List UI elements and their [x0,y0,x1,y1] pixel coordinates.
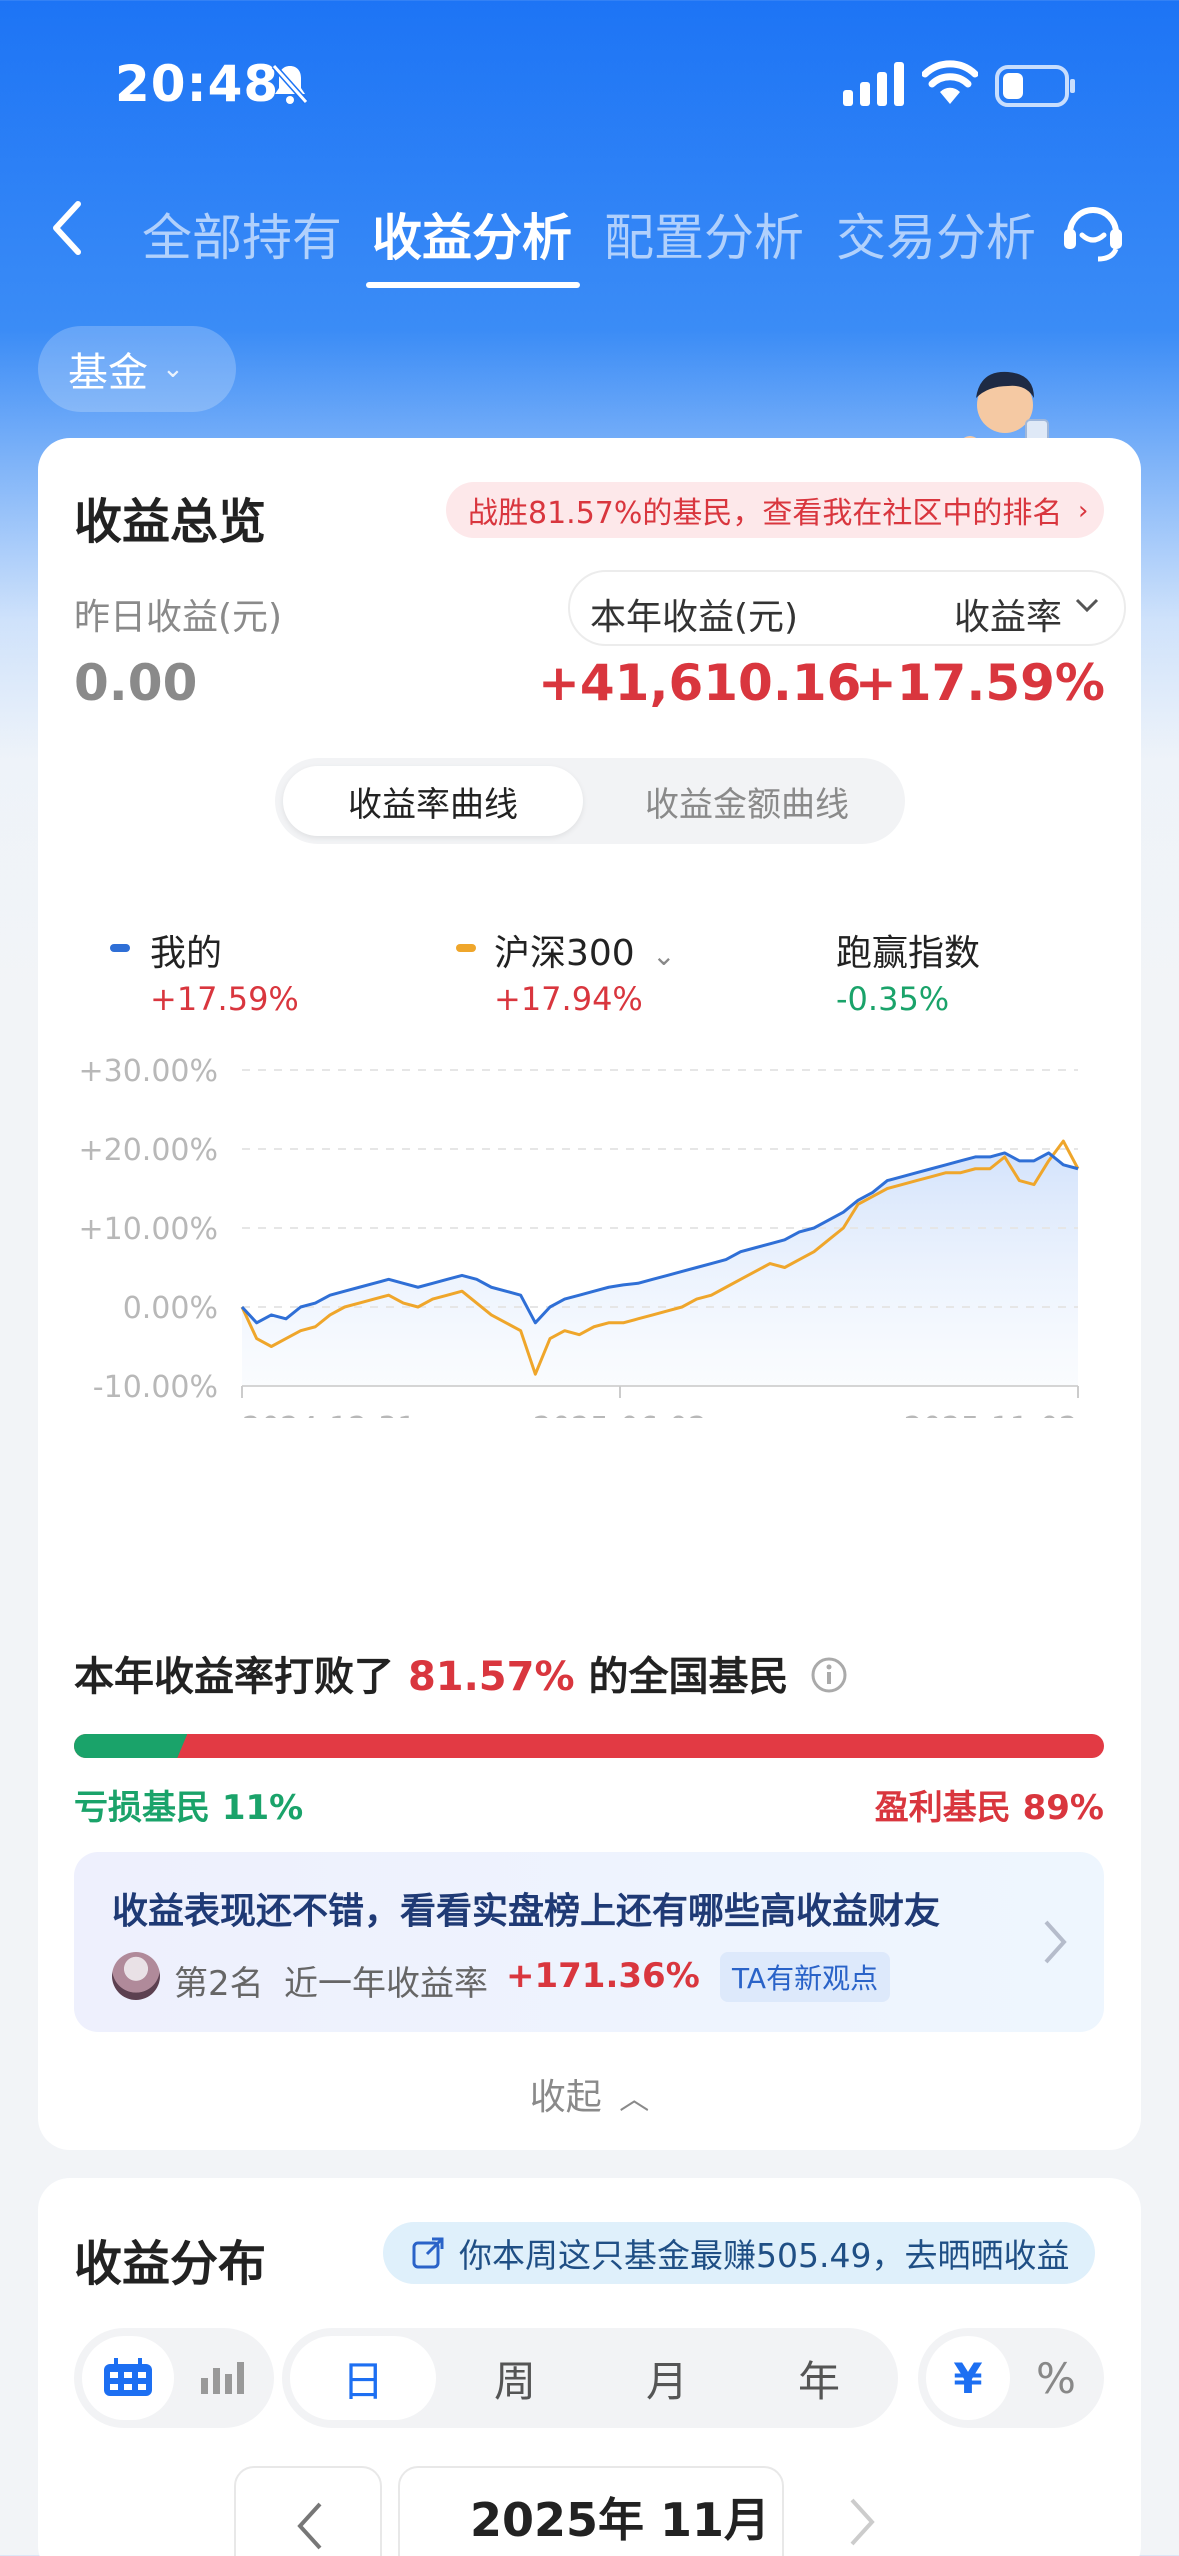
mute-bell-icon [271,64,309,104]
profit-overview-card: 收益总览 战胜81.57%的基民，查看我在社区中的排名 › 昨日收益(元) 0.… [38,438,1141,2150]
legend-csi300-value: +17.94% [494,980,643,1018]
status-time: 20:48 [115,55,280,113]
series-area-mine [242,1152,1078,1386]
promo-period-label: 近一年收益率 [284,1964,488,2004]
fund-type-dropdown[interactable]: 基金 ⌄ [38,326,236,412]
year-profit-label: 本年收益(元) [590,597,799,638]
x-tick-label: 2024-12-31 [242,1411,416,1418]
current-month: 2025年 11月 [470,2493,771,2547]
chevron-down-icon: ⌄ [162,354,184,384]
community-rank-banner[interactable]: 战胜81.57%的基民，查看我在社区中的排名 › [446,482,1105,538]
period-selector: 日 周 月 年 [282,2328,898,2428]
legend-mine-value: +17.59% [150,980,299,1018]
legend-csi300-label[interactable]: 沪深300 ⌄ [494,924,676,976]
tab-profit-analysis[interactable]: 收益分析 [372,198,572,270]
year-profit-selector[interactable]: 本年收益(元) 收益率 [568,570,1126,646]
beat-prefix: 本年收益率打败了 [74,1654,394,1700]
legend-excess-label: 跑赢指数 [836,933,981,974]
y-tick-label: +10.00% [78,1212,218,1247]
x-tick-label: 2025-06-02 [533,1411,707,1418]
chevron-down-icon [1075,598,1099,613]
period-month[interactable]: 月 [594,2336,740,2420]
year-profit-value: +41,610.16 [538,654,862,712]
top-navigation: 全部持有 收益分析 配置分析 交易分析 [0,180,1179,300]
share-icon [412,2237,444,2269]
legend-mine-label: 我的 [150,933,223,974]
yesterday-profit-label: 昨日收益(元) [74,597,283,638]
back-arrow-icon[interactable] [48,198,88,258]
legend-csi300-text: 沪深300 [494,933,635,974]
bar-chart-icon [201,2362,244,2394]
csi300-series-swatch [456,944,476,952]
calendar-icon [104,2358,152,2396]
profit-rate-chart: +30.00% +20.00% +10.00% 0.00% -10.00% 2024-12… [78,1054,1080,1418]
view-mode-toggle [74,2328,274,2428]
wifi-icon [922,60,978,104]
status-bar: 20:48 [0,0,1179,170]
unit-yuan[interactable]: ¥ [926,2336,1010,2420]
avatar [112,1952,160,2000]
y-tick-label: -10.00% [93,1370,218,1405]
period-year[interactable]: 年 [746,2336,892,2420]
amount-curve-option[interactable]: 收益金额曲线 [597,766,897,836]
chevron-right-icon[interactable] [830,2478,890,2556]
prev-month-button[interactable] [234,2466,382,2556]
rank-banner-text: 战胜81.57%的基民，查看我在社区中的排名 [468,496,1063,531]
leaderboard-promo[interactable]: 收益表现还不错，看看实盘榜上还有哪些高收益财友 第2名 近一年收益率 +171.… [74,1852,1104,2032]
distribution-title: 收益分布 [74,2236,267,2292]
period-day[interactable]: 日 [290,2336,436,2420]
unit-percent[interactable]: % [1014,2336,1098,2420]
chevron-up-icon: ︿ [619,2082,650,2117]
collapse-label: 收起 [529,2077,602,2118]
cellular-signal-icon [843,62,904,106]
overview-title: 收益总览 [74,494,267,550]
legend-excess-value: -0.35% [836,980,950,1018]
beat-ratio-text: 本年收益率打败了 81.57% 的全国基民 [74,1644,848,1702]
chevron-right-icon [1044,1920,1067,1964]
curve-type-toggle: 收益率曲线 收益金额曲线 [275,758,905,844]
promo-return: +171.36% [506,1956,700,1996]
calendar-view-button[interactable] [82,2336,174,2420]
tab-allocation-analysis[interactable]: 配置分析 [604,198,804,270]
period-week[interactable]: 周 [442,2336,588,2420]
new-opinion-badge: TA有新观点 [720,1952,891,2002]
rate-label: 收益率 [953,597,1062,638]
chevron-right-icon: › [1077,496,1089,526]
promo-title: 收益表现还不错，看看实盘榜上还有哪些高收益财友 [112,1891,941,1932]
profit-rate-value: +17.59% [854,654,1105,712]
loss-share-segment [74,1734,187,1758]
y-tick-label: 0.00% [123,1291,218,1326]
battery-icon [995,65,1075,107]
chevron-left-icon [297,2502,322,2550]
customer-service-icon[interactable] [1058,195,1128,265]
share-banner-text: 你本周这只基金最赚505.49，去晒晒收益 [459,2236,1070,2275]
loss-gain-bar [74,1734,1104,1758]
profit-distribution-card: 收益分布 你本周这只基金最赚505.49，去晒晒收益 日 周 月 年 ¥ % 2… [38,2178,1141,2556]
y-tick-label: +20.00% [78,1133,218,1168]
my-series-swatch [110,944,130,952]
gain-investors-label: 盈利基民 89% [874,1788,1104,1828]
y-tick-label: +30.00% [78,1054,218,1089]
beat-suffix: 的全国基民 [588,1654,789,1700]
tab-all-holdings[interactable]: 全部持有 [142,198,342,270]
loss-investors-label: 亏损基民 11% [74,1788,304,1828]
bar-chart-view-button[interactable] [178,2336,268,2420]
promo-rank: 第2名 [174,1964,264,2004]
beat-percent: 81.57% [407,1654,575,1700]
share-profit-banner[interactable]: 你本周这只基金最赚505.49，去晒晒收益 [383,2222,1096,2284]
chevron-down-icon: ⌄ [652,939,676,972]
info-icon[interactable] [810,1656,848,1694]
unit-toggle: ¥ % [918,2328,1104,2428]
x-tick-label: 2025-11-02 [904,1411,1078,1418]
rate-curve-option[interactable]: 收益率曲线 [283,766,583,836]
tab-trade-analysis[interactable]: 交易分析 [836,198,1036,270]
yesterday-profit-value: 0.00 [74,654,198,712]
collapse-button[interactable]: 收起 ︿ [38,2068,1141,2120]
fund-type-label: 基金 [68,350,148,396]
active-tab-indicator [366,282,580,288]
